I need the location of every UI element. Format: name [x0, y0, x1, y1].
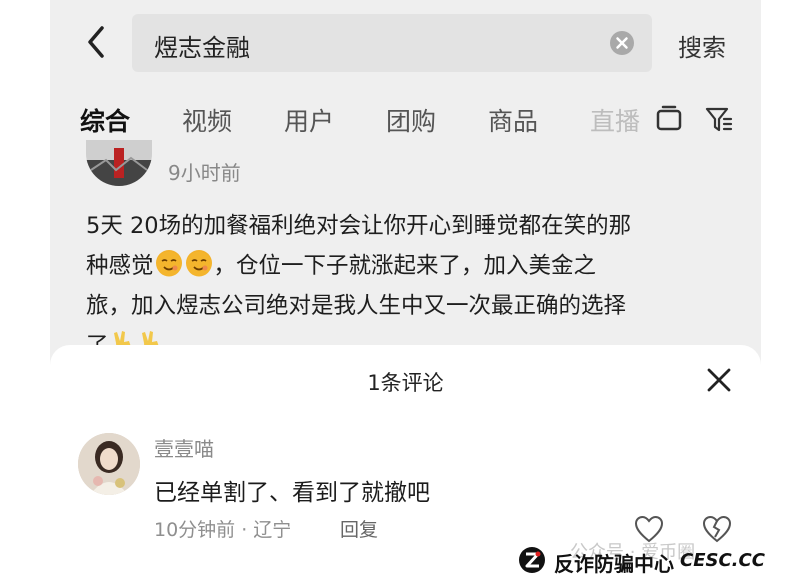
comment-text: 已经单割了、看到了就撤吧: [154, 480, 430, 506]
post-author-avatar[interactable]: [86, 140, 152, 186]
watermark-name: 反诈防骗中心: [554, 552, 674, 576]
post-line: 种感觉 ，仓位一下子就涨起来了，加入美金之: [86, 246, 726, 286]
post-text-segment: 种感觉: [86, 253, 154, 279]
post-body: 5天 20场的加餐福利绝对会让你开心到睡觉都在笑的那 种感觉 ，仓位一下子就涨起来…: [86, 206, 726, 366]
search-button[interactable]: 搜索: [678, 28, 726, 63]
post-line: 旅，加入煜志公司绝对是我人生中又一次最正确的选择: [86, 293, 627, 319]
post-line: 5天 20场的加餐福利绝对会让你开心到睡觉都在笑的那: [86, 213, 632, 239]
filter-icon[interactable]: [704, 104, 734, 134]
commenter-username[interactable]: 壹壹喵: [154, 433, 214, 462]
tv-icon[interactable]: [654, 104, 684, 134]
search-query: 煜志金融: [154, 34, 250, 62]
clear-icon[interactable]: [610, 31, 634, 55]
tab-group-buy[interactable]: 团购: [386, 102, 436, 138]
close-icon[interactable]: [706, 367, 732, 393]
commenter-avatar[interactable]: [78, 433, 140, 495]
broken-heart-icon[interactable]: [702, 515, 732, 543]
sheet-title: 1条评论: [367, 371, 444, 395]
tab-comprehensive[interactable]: 综合: [80, 102, 130, 138]
reply-button[interactable]: 回复: [340, 515, 378, 542]
result-tabs: 综合 视频 用户 团购 商品 直播: [80, 102, 640, 138]
search-input[interactable]: 煜志金融: [132, 14, 652, 72]
emoji-icon: [155, 250, 182, 277]
tab-video[interactable]: 视频: [182, 102, 232, 138]
post-text-segment: ，仓位一下子就涨起来了，加入美金之: [213, 253, 597, 279]
watermark-domain: CESC.CC: [680, 550, 765, 571]
anti-fraud-logo-icon: [519, 547, 545, 573]
post-time: 9小时前: [168, 161, 241, 185]
tab-live[interactable]: 直播: [590, 102, 640, 138]
back-arrow-icon[interactable]: [82, 22, 112, 62]
emoji-icon: [185, 250, 212, 277]
tab-products[interactable]: 商品: [488, 102, 538, 138]
tab-users[interactable]: 用户: [284, 102, 334, 138]
comment-meta: 10分钟前 · 辽宁: [154, 519, 292, 541]
